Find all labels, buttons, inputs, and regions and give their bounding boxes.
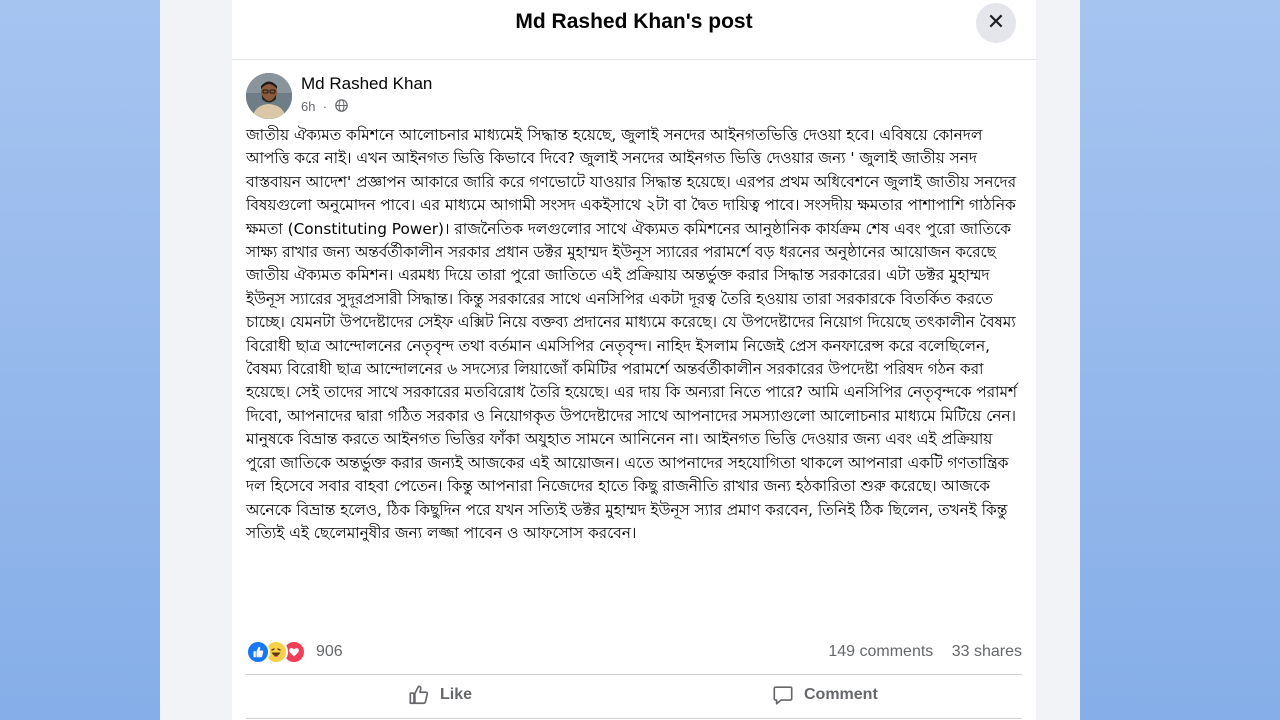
like-button[interactable]: Like: [408, 679, 472, 711]
post-modal: Md Rashed Khan's post ✕ Md Rashed Khan 6…: [232, 0, 1036, 720]
separator-dot: ·: [319, 99, 328, 115]
post-meta: 6h ·: [301, 98, 348, 115]
modal-header: Md Rashed Khan's post ✕: [232, 0, 1036, 60]
post-stats: 149 comments 33 shares: [814, 643, 1022, 661]
comment-button[interactable]: Comment: [772, 679, 878, 711]
modal-title: Md Rashed Khan's post: [515, 10, 753, 33]
author-avatar[interactable]: [246, 73, 292, 119]
like-label: Like: [440, 686, 473, 703]
like-reaction-icon: [246, 640, 270, 664]
reaction-count: 906: [316, 643, 343, 660]
author-name[interactable]: Md Rashed Khan: [301, 74, 432, 94]
like-icon: [409, 685, 429, 705]
actions-divider: [246, 674, 1022, 675]
shares-count-link[interactable]: 33 shares: [952, 643, 1022, 660]
page-background-right: [1080, 0, 1280, 720]
close-icon: ✕: [986, 10, 1006, 35]
page-background-left: [0, 0, 160, 720]
modal-backdrop-left: [160, 0, 232, 720]
comment-icon: [773, 686, 793, 705]
post-time[interactable]: 6h: [301, 99, 315, 114]
comment-label: Comment: [804, 686, 878, 703]
bottom-divider: [246, 718, 1022, 719]
comments-count-link[interactable]: 149 comments: [828, 643, 933, 660]
modal-backdrop-right: [1036, 0, 1080, 720]
avatar-photo-icon: [246, 73, 292, 119]
post-body-text: জাতীয় ঐক্যমত কমিশনে আলোচনার মাধ্যমেই সি…: [246, 126, 1022, 542]
close-button[interactable]: ✕: [976, 3, 1016, 43]
globe-icon[interactable]: [331, 98, 348, 115]
